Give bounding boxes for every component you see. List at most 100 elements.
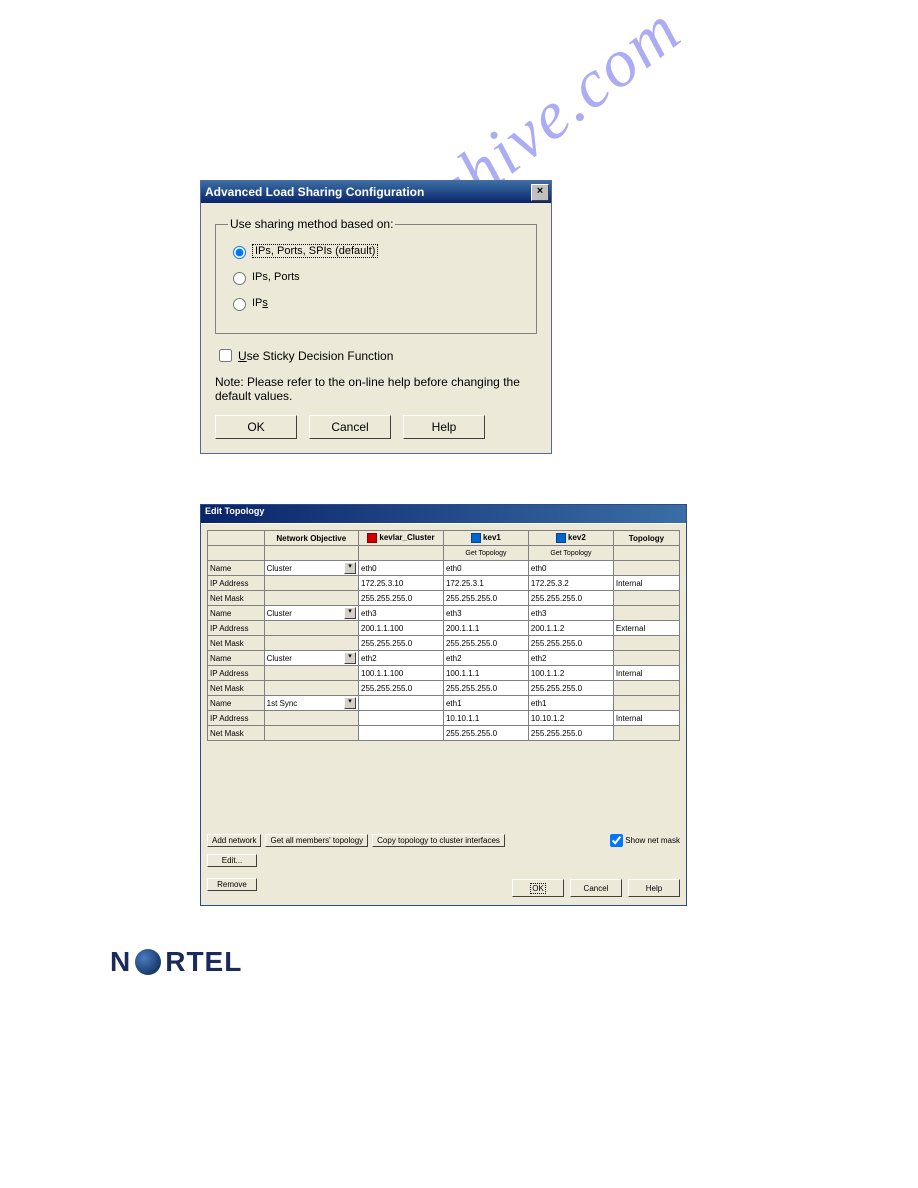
cell[interactable]: 255.255.255.0 — [443, 636, 528, 651]
cell[interactable]: 200.1.1.2 — [528, 621, 613, 636]
copy-topology-button[interactable]: Copy topology to cluster interfaces — [372, 834, 505, 847]
network-objective-dropdown[interactable]: 1st Sync▾ — [264, 696, 358, 711]
cell[interactable] — [359, 726, 444, 741]
get-topology-kev2[interactable]: Get Topology — [528, 546, 613, 561]
logo-rtel: RTEL — [165, 946, 242, 978]
table-row: IP Address 200.1.1.100 200.1.1.1 200.1.1… — [208, 621, 680, 636]
ok-button-2[interactable]: OK — [512, 879, 564, 897]
help-button-2[interactable]: Help — [628, 879, 680, 897]
dialog-body: Use sharing method based on: IPs, Ports,… — [201, 203, 551, 453]
bottom-row-1: Add network Get all members' topology Co… — [207, 831, 680, 850]
ok-button[interactable]: OK — [215, 415, 297, 439]
sticky-decision-checkbox[interactable]: Use Sticky Decision Function — [215, 346, 537, 365]
table-header-row: Network Objective kevlar_Cluster kev1 ke… — [208, 531, 680, 546]
th-topology: Topology — [613, 531, 679, 546]
table-row: Name 1st Sync▾ eth1 eth1 — [208, 696, 680, 711]
table-row: Net Mask 255.255.255.0 255.255.255.0 255… — [208, 591, 680, 606]
cell[interactable]: eth2 — [359, 651, 444, 666]
cell[interactable]: 255.255.255.0 — [359, 681, 444, 696]
cell[interactable]: eth0 — [359, 561, 444, 576]
row-label: IP Address — [208, 576, 265, 591]
radio-ips[interactable]: IPs — [228, 295, 524, 311]
cell[interactable]: 255.255.255.0 — [528, 636, 613, 651]
help-button[interactable]: Help — [403, 415, 485, 439]
network-objective-dropdown[interactable]: Cluster▾ — [264, 561, 358, 576]
cell[interactable]: 255.255.255.0 — [359, 636, 444, 651]
chevron-down-icon: ▾ — [344, 652, 356, 664]
cell: External — [613, 621, 679, 636]
cell[interactable]: eth2 — [443, 651, 528, 666]
network-objective-dropdown[interactable]: Cluster▾ — [264, 606, 358, 621]
get-all-topology-button[interactable]: Get all members' topology — [265, 834, 368, 847]
edit-topology-dialog: Edit Topology Network Objective kevlar_C… — [200, 504, 687, 906]
cell[interactable]: eth2 — [528, 651, 613, 666]
cell[interactable]: 172.25.3.10 — [359, 576, 444, 591]
cell[interactable]: eth3 — [359, 606, 444, 621]
host-icon — [556, 533, 566, 543]
edit-button[interactable]: Edit... — [207, 854, 257, 867]
cell[interactable]: 255.255.255.0 — [443, 591, 528, 606]
dialog2-titlebar: Edit Topology — [201, 505, 686, 523]
table-row: IP Address 100.1.1.100 100.1.1.1 100.1.1… — [208, 666, 680, 681]
cell[interactable]: 100.1.1.100 — [359, 666, 444, 681]
cell — [613, 726, 679, 741]
network-objective-dropdown[interactable]: Cluster▾ — [264, 651, 358, 666]
cell[interactable]: eth1 — [528, 696, 613, 711]
row-label: Name — [208, 651, 265, 666]
cell[interactable]: 255.255.255.0 — [528, 681, 613, 696]
cell — [613, 606, 679, 621]
cell[interactable]: eth0 — [528, 561, 613, 576]
chevron-down-icon: ▾ — [344, 697, 356, 709]
cell[interactable]: 255.255.255.0 — [443, 726, 528, 741]
checkbox-input[interactable] — [219, 349, 232, 362]
cell[interactable]: 255.255.255.0 — [443, 681, 528, 696]
cell[interactable]: 200.1.1.100 — [359, 621, 444, 636]
row-label: IP Address — [208, 711, 265, 726]
add-network-button[interactable]: Add network — [207, 834, 261, 847]
radio-input-3[interactable] — [233, 298, 246, 311]
topology-table-wrap: Network Objective kevlar_Cluster kev1 ke… — [201, 523, 686, 827]
show-netmask-checkbox[interactable]: Show net mask — [606, 831, 680, 850]
cell[interactable]: eth3 — [528, 606, 613, 621]
radio-input-2[interactable] — [233, 272, 246, 285]
cell[interactable]: 255.255.255.0 — [528, 726, 613, 741]
cell[interactable]: 10.10.1.2 — [528, 711, 613, 726]
row-label: Name — [208, 561, 265, 576]
cancel-button[interactable]: Cancel — [309, 415, 391, 439]
cell[interactable]: 172.25.3.1 — [443, 576, 528, 591]
cell[interactable]: 172.25.3.2 — [528, 576, 613, 591]
radio-input-1[interactable] — [233, 246, 246, 259]
cell: Internal — [613, 666, 679, 681]
row-label: Name — [208, 606, 265, 621]
table-row: Name Cluster▾ eth2 eth2 eth2 — [208, 651, 680, 666]
cell[interactable] — [359, 696, 444, 711]
table-row: Net Mask 255.255.255.0 255.255.255.0 — [208, 726, 680, 741]
bottom-panel: Add network Get all members' topology Co… — [201, 827, 686, 905]
cancel-button-2[interactable]: Cancel — [570, 879, 622, 897]
chevron-down-icon: ▾ — [344, 562, 356, 574]
th-blank — [208, 531, 265, 546]
cell[interactable]: 100.1.1.1 — [443, 666, 528, 681]
remove-button[interactable]: Remove — [207, 878, 257, 891]
cell[interactable]: 200.1.1.1 — [443, 621, 528, 636]
show-netmask-label: Show net mask — [625, 836, 680, 845]
radio-ips-ports-spis[interactable]: IPs, Ports, SPIs (default) — [228, 243, 524, 259]
cell — [613, 696, 679, 711]
cell[interactable]: 100.1.1.2 — [528, 666, 613, 681]
chevron-down-icon: ▾ — [344, 607, 356, 619]
cell[interactable]: 255.255.255.0 — [528, 591, 613, 606]
show-netmask-input[interactable] — [610, 834, 623, 847]
table-row: IP Address 10.10.1.1 10.10.1.2 Internal — [208, 711, 680, 726]
cell[interactable]: eth1 — [443, 696, 528, 711]
cell — [613, 561, 679, 576]
cell[interactable] — [359, 711, 444, 726]
radio-ips-ports[interactable]: IPs, Ports — [228, 269, 524, 285]
cell[interactable]: 10.10.1.1 — [443, 711, 528, 726]
dialog-titlebar: Advanced Load Sharing Configuration × — [201, 181, 551, 203]
cell[interactable]: eth0 — [443, 561, 528, 576]
cell[interactable]: eth3 — [443, 606, 528, 621]
get-topology-kev1[interactable]: Get Topology — [443, 546, 528, 561]
row-label: Net Mask — [208, 591, 265, 606]
close-button[interactable]: × — [531, 184, 549, 201]
cell[interactable]: 255.255.255.0 — [359, 591, 444, 606]
